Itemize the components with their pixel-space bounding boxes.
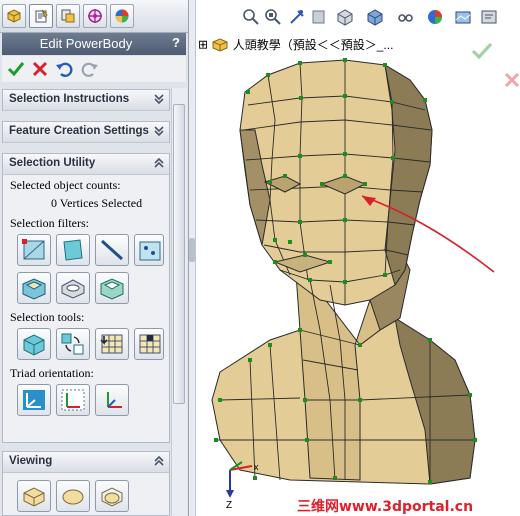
grow-selection-icon: [100, 334, 123, 354]
feature-tree-flyout[interactable]: ⊞ 人頭教學（預設＜＜預設＞_...: [198, 36, 393, 53]
filters-label: Selection filters:: [10, 216, 89, 230]
expand-chevron-icon[interactable]: [152, 124, 166, 138]
filter-solid-icon: [61, 279, 85, 299]
panel-splitter[interactable]: [189, 0, 196, 516]
property-manager-panel: Edit PowerBody ? Selection Instructions: [0, 0, 189, 516]
view-box-button[interactable]: [17, 480, 51, 512]
section-selection-utility: Selection Utility Selected object counts…: [2, 153, 170, 443]
scrollbar-thumb[interactable]: [173, 104, 185, 404]
site-watermark: 三维网www.3dportal.cn: [297, 499, 474, 515]
section-feature-creation-settings: Feature Creation Settings: [2, 121, 170, 143]
triad-local-button[interactable]: [56, 384, 90, 416]
triad-x-label: x: [254, 462, 259, 472]
expand-chevron-icon[interactable]: [152, 92, 166, 106]
cancel-x-icon[interactable]: [30, 59, 50, 79]
invert-selection-icon: [61, 333, 84, 355]
panel-title: Edit PowerBody: [39, 36, 133, 51]
triad-view-button[interactable]: [95, 384, 129, 416]
panel-scrollbar[interactable]: [171, 88, 187, 516]
section-selection-instructions: Selection Instructions: [2, 89, 170, 111]
tab-property-manager[interactable]: [29, 4, 53, 28]
section-header[interactable]: Feature Creation Settings: [3, 122, 169, 143]
filter-body-icon: [22, 278, 46, 300]
shrink-selection-button[interactable]: [134, 328, 164, 360]
view-settings-icon[interactable]: [480, 8, 498, 26]
display-style-icon[interactable]: [366, 8, 384, 26]
view-smooth-button[interactable]: [56, 480, 90, 512]
filter-faces-button[interactable]: [56, 234, 90, 266]
previous-view-icon[interactable]: [288, 8, 306, 26]
tab-feature-manager[interactable]: [2, 4, 26, 28]
view-orientation-icon[interactable]: [336, 8, 354, 26]
view-both-button[interactable]: [95, 480, 129, 512]
invert-selection-button[interactable]: [56, 328, 90, 360]
view-box-icon: [23, 487, 45, 507]
tab-configuration-manager[interactable]: [56, 4, 80, 28]
triad-world-icon: [23, 390, 45, 410]
head-mesh-model[interactable]: [196, 48, 520, 516]
view-smooth-icon: [62, 489, 84, 505]
edit-appearance-icon[interactable]: [426, 8, 444, 26]
filter-surface-button[interactable]: [95, 272, 129, 304]
section-header[interactable]: Selection Utility: [3, 154, 169, 175]
redo-icon[interactable]: [80, 59, 100, 79]
section-viewing: Viewing: [2, 451, 170, 516]
display-manager-icon: [115, 9, 129, 23]
tab-display-manager[interactable]: [110, 4, 134, 28]
section-view-icon[interactable]: [310, 8, 328, 26]
collapse-chevron-icon[interactable]: [152, 454, 166, 468]
tab-dimxpert-manager[interactable]: [83, 4, 107, 28]
filter-faces-icon: [63, 239, 83, 261]
grow-selection-button[interactable]: [95, 328, 129, 360]
shrink-selection-icon: [139, 334, 161, 354]
collapse-chevron-icon[interactable]: [152, 156, 166, 170]
counts-label: Selected object counts:: [10, 178, 121, 192]
configuration-manager-icon: [61, 9, 75, 23]
filter-points-button[interactable]: [134, 234, 164, 266]
select-all-icon: [23, 334, 45, 356]
filter-points-icon: [139, 241, 161, 261]
filter-body-button[interactable]: [17, 272, 51, 304]
part-name: 人頭教學（預設＜＜預設＞_...: [232, 38, 394, 52]
filter-solid-button[interactable]: [56, 272, 90, 304]
feature-manager-icon: [7, 9, 21, 23]
triad-local-icon: [61, 389, 85, 411]
triad-world-button[interactable]: [17, 384, 51, 416]
tree-expand-icon[interactable]: ⊞: [198, 38, 208, 52]
section-label: Selection Utility: [9, 157, 96, 169]
triad-view-icon: [107, 392, 122, 408]
apply-scene-icon[interactable]: [454, 8, 472, 26]
splitter-grip[interactable]: [189, 238, 195, 262]
triad-label: Triad orientation:: [10, 366, 94, 380]
section-label: Feature Creation Settings: [9, 125, 149, 137]
panel-title-bar: Edit PowerBody ?: [2, 33, 186, 55]
hide-show-icon[interactable]: [396, 8, 414, 26]
help-button[interactable]: ?: [169, 35, 183, 51]
section-label: Selection Instructions: [9, 93, 130, 105]
graphics-viewport[interactable]: Z x: [196, 0, 520, 516]
panel-action-bar: [2, 56, 186, 82]
filter-vertices-icon: [22, 239, 45, 260]
zoom-to-area-icon[interactable]: [264, 8, 282, 26]
section-header[interactable]: Viewing: [3, 452, 169, 473]
dimxpert-icon: [88, 9, 102, 23]
filter-vertices-button[interactable]: [17, 234, 51, 266]
section-header[interactable]: Selection Instructions: [3, 90, 169, 111]
triad-z-label: Z: [226, 500, 233, 511]
filter-edges-icon: [100, 239, 124, 261]
zoom-to-fit-icon[interactable]: [242, 8, 260, 26]
part-icon: [212, 37, 228, 52]
section-label: Viewing: [9, 455, 53, 467]
tools-label: Selection tools:: [10, 310, 85, 324]
counts-value: 0 Vertices Selected: [51, 196, 143, 210]
filter-surface-icon: [100, 278, 124, 300]
filter-edges-button[interactable]: [95, 234, 129, 266]
select-all-button[interactable]: [17, 328, 51, 360]
ok-check-icon[interactable]: [6, 59, 26, 79]
view-both-icon: [101, 487, 123, 507]
property-manager-icon: [35, 9, 48, 23]
undo-icon[interactable]: [54, 59, 74, 79]
manager-tab-strip: [0, 0, 188, 33]
